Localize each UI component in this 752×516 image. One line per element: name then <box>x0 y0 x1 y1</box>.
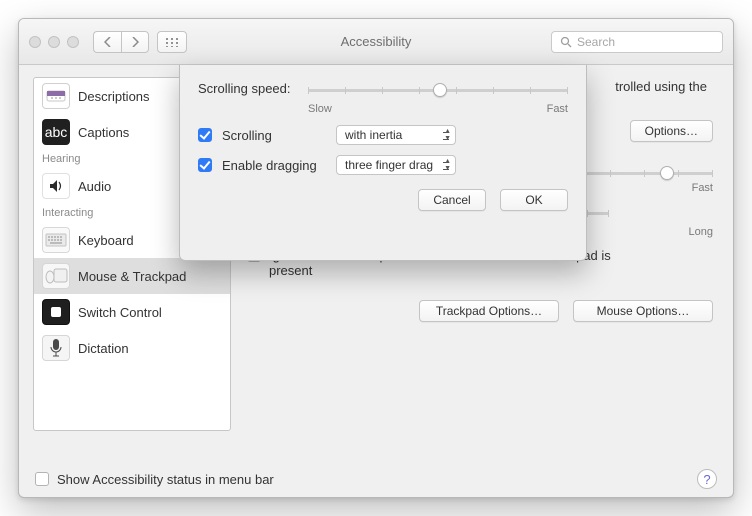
spring-long-label: Long <box>689 226 713 238</box>
sidebar-item-label: Captions <box>78 125 129 140</box>
forward-button[interactable] <box>121 31 149 53</box>
sidebar-item-switch-control[interactable]: Switch Control <box>34 294 230 330</box>
search-placeholder: Search <box>577 35 615 49</box>
search-input[interactable]: Search <box>551 31 723 53</box>
audio-icon <box>42 173 70 199</box>
sidebar-item-label: Mouse & Trackpad <box>78 269 186 284</box>
grid-icon <box>165 37 179 47</box>
window-controls <box>29 36 79 48</box>
cancel-button[interactable]: Cancel <box>418 189 486 211</box>
sidebar-item-label: Dictation <box>78 341 129 356</box>
show-status-label: Show Accessibility status in menu bar <box>57 472 274 487</box>
scrolling-mode-dropdown[interactable]: with inertia ▲▼ <box>336 125 456 145</box>
sidebar-item-label: Audio <box>78 179 111 194</box>
scrolling-speed-label: Scrolling speed: <box>198 81 298 96</box>
sidebar-item-label: Descriptions <box>78 89 150 104</box>
prefs-window: Accessibility Search Descriptions abc Ca… <box>18 18 734 498</box>
help-button[interactable]: ? <box>697 469 717 489</box>
slow-label: Slow <box>308 103 332 115</box>
scrolling-label: Scrolling <box>222 128 326 143</box>
search-icon <box>560 36 572 48</box>
dictation-icon <box>42 335 70 361</box>
show-all-button[interactable] <box>157 31 187 53</box>
scrolling-checkbox[interactable] <box>198 128 212 142</box>
minimize-icon[interactable] <box>48 36 60 48</box>
trackpad-options-button[interactable]: Trackpad Options… <box>419 300 559 322</box>
keyboard-icon <box>42 227 70 253</box>
controlled-text-fragment: trolled using the <box>615 79 707 94</box>
trackpad-options-sheet: Scrolling speed: Slow Fast Scrolling wit… <box>179 65 587 261</box>
descriptions-icon <box>42 83 70 109</box>
sidebar-item-label: Keyboard <box>78 233 134 248</box>
search-field-wrap: Search <box>551 31 723 53</box>
sidebar-item-mouse-trackpad[interactable]: Mouse & Trackpad <box>34 258 230 294</box>
mouse-options-button[interactable]: Mouse Options… <box>573 300 713 322</box>
scrolling-mode-value: with inertia <box>345 128 402 142</box>
sidebar-item-label: Switch Control <box>78 305 162 320</box>
show-status-checkbox[interactable] <box>35 472 49 486</box>
enable-dragging-label: Enable dragging <box>222 158 326 173</box>
updown-icon: ▲▼ <box>444 158 451 172</box>
footer: Show Accessibility status in menu bar ? <box>19 461 733 497</box>
scrolling-speed-slider[interactable] <box>308 81 568 99</box>
nav-buttons <box>93 31 149 53</box>
back-button[interactable] <box>93 31 121 53</box>
slider-knob[interactable] <box>433 83 447 97</box>
chevron-left-icon <box>104 37 112 47</box>
chevron-right-icon <box>131 37 139 47</box>
titlebar: Accessibility Search <box>19 19 733 65</box>
close-icon[interactable] <box>29 36 41 48</box>
captions-icon: abc <box>42 119 70 145</box>
mouse-trackpad-icon <box>42 263 70 289</box>
dragging-mode-dropdown[interactable]: three finger drag ▲▼ <box>336 155 456 175</box>
fast-label: Fast <box>547 103 568 115</box>
slider-knob[interactable] <box>660 166 674 180</box>
sidebar-item-dictation[interactable]: Dictation <box>34 330 230 366</box>
zoom-icon[interactable] <box>67 36 79 48</box>
ok-button[interactable]: OK <box>500 189 568 211</box>
updown-icon: ▲▼ <box>444 128 451 142</box>
dragging-mode-value: three finger drag <box>345 158 433 172</box>
options-button[interactable]: Options… <box>630 120 713 142</box>
switch-control-icon <box>42 299 70 325</box>
enable-dragging-checkbox[interactable] <box>198 158 212 172</box>
